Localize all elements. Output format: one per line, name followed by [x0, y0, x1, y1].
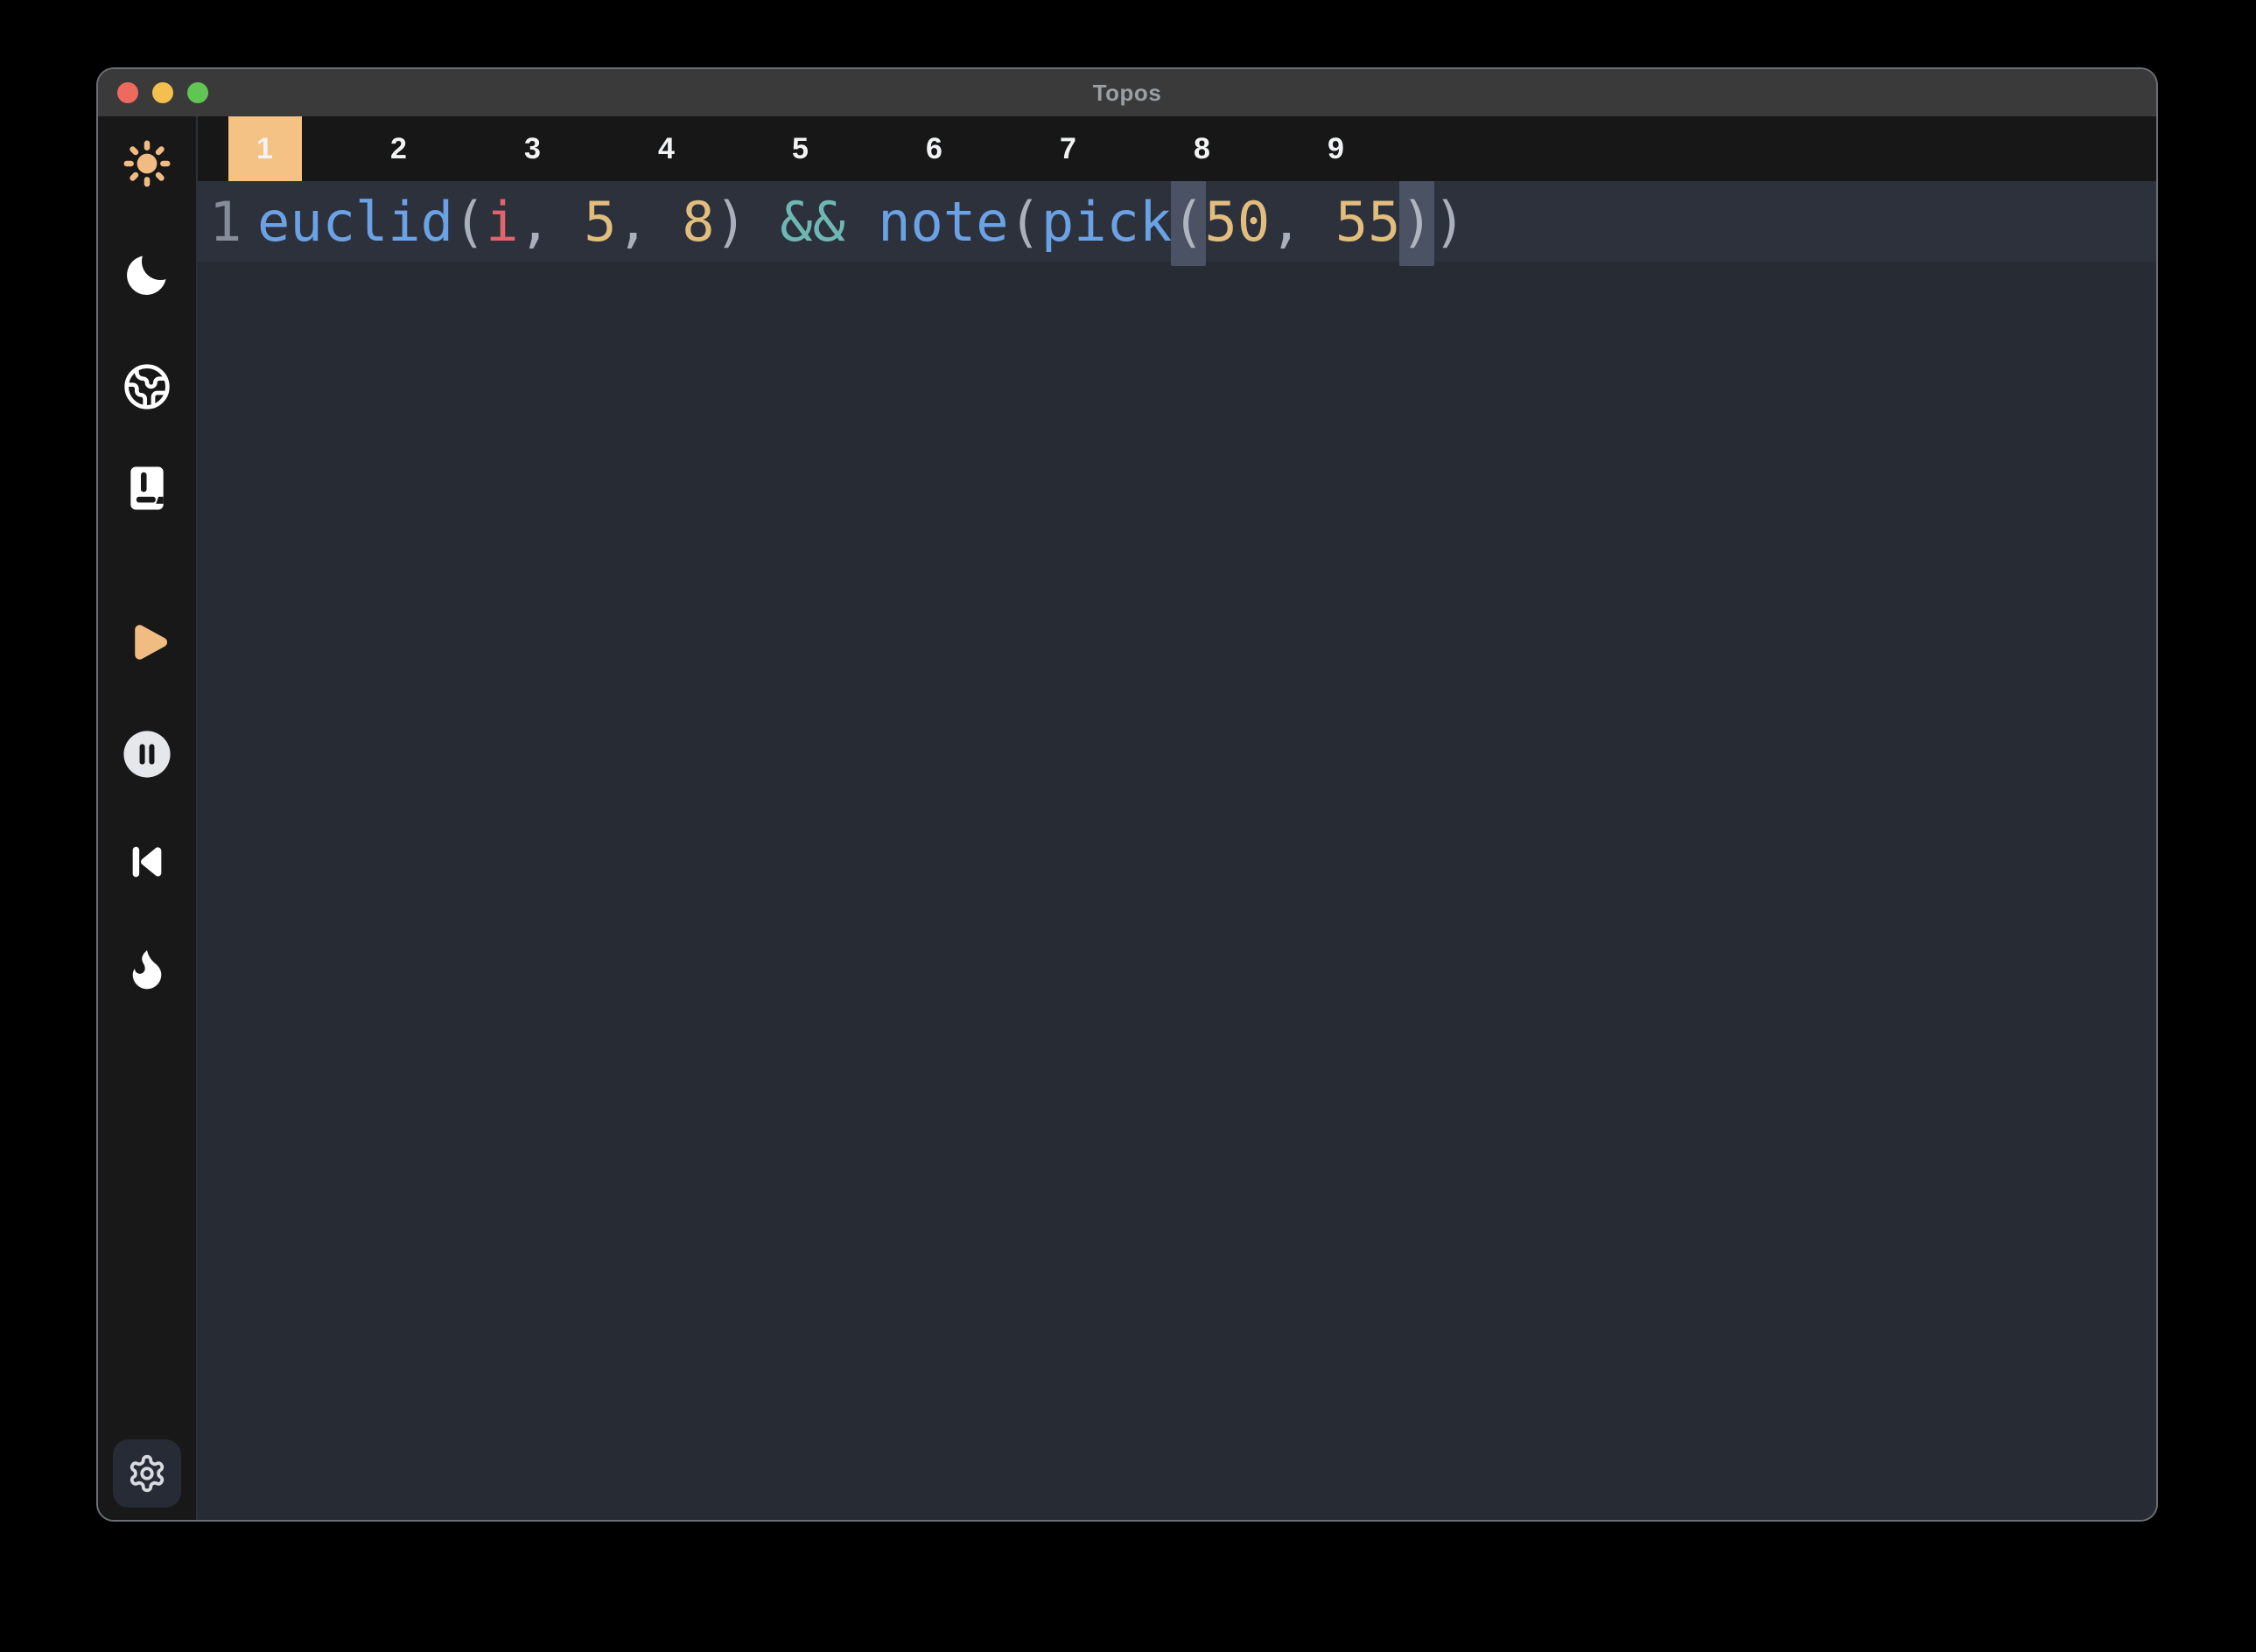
code-token: ( [453, 190, 486, 254]
code-token: && [747, 190, 878, 254]
code-token: euclid [257, 190, 453, 254]
tab-label: 1 [228, 116, 302, 181]
book-icon [123, 464, 172, 513]
globe-icon [123, 362, 172, 411]
tab-label: 4 [630, 116, 704, 181]
play-icon [121, 615, 173, 669]
play-button[interactable] [121, 616, 173, 668]
web-button[interactable] [121, 360, 173, 413]
tab-label: 2 [362, 116, 436, 181]
dark-theme-button[interactable] [121, 248, 173, 301]
script-tab-bar: 1 2 3 4 5 6 7 8 9 [198, 116, 2156, 181]
code-token: 5 [584, 190, 616, 254]
sidebar [98, 116, 198, 1520]
code-token: ) [715, 190, 747, 254]
code-token: i [486, 190, 518, 254]
tab-8[interactable]: 8 [1135, 116, 1269, 181]
flame-icon [123, 944, 172, 993]
line-number: 1 [209, 190, 242, 254]
code-token: , [1270, 190, 1335, 254]
code-token-bracket-match: ) [1400, 190, 1433, 254]
docs-button[interactable] [121, 462, 173, 514]
tab-label: 3 [496, 116, 570, 181]
tab-3[interactable]: 3 [466, 116, 599, 181]
code-line-tokens: euclid(i, 5, 8) && note(pick(50, 55)) [257, 190, 1466, 254]
code-token: ) [1433, 190, 1466, 254]
tab-9[interactable]: 9 [1269, 116, 1403, 181]
code-token: 50 [1205, 190, 1271, 254]
code-token-bracket-match: ( [1172, 190, 1204, 254]
skip-back-icon [123, 837, 172, 886]
tab-6[interactable]: 6 [867, 116, 1001, 181]
code-token: 55 [1335, 190, 1401, 254]
clear-button[interactable] [121, 942, 173, 995]
tab-label: 7 [1032, 116, 1105, 181]
pause-icon [122, 729, 172, 780]
gear-icon [127, 1453, 167, 1494]
main-area: 1 2 3 4 5 6 7 8 9 1 euclid(i, 5, 8) && n… [198, 116, 2156, 1520]
light-theme-button[interactable] [121, 137, 173, 190]
code-token: , [617, 190, 683, 254]
moon-icon [122, 249, 172, 300]
skip-back-button[interactable] [121, 836, 173, 888]
title-bar: Topos [98, 69, 2156, 116]
tab-2[interactable]: 2 [332, 116, 466, 181]
sun-icon [122, 138, 172, 189]
code-token: ( [1009, 190, 1041, 254]
code-token: , [519, 190, 585, 254]
tab-5[interactable]: 5 [733, 116, 867, 181]
active-code-line[interactable]: 1 euclid(i, 5, 8) && note(pick(50, 55)) [198, 181, 2156, 262]
tab-1[interactable]: 1 [198, 116, 332, 181]
window-title: Topos [98, 80, 2156, 107]
tab-label: 5 [764, 116, 837, 181]
tab-label: 9 [1300, 116, 1373, 181]
code-editor[interactable]: 1 euclid(i, 5, 8) && note(pick(50, 55)) [198, 181, 2156, 1520]
code-token: pick [1041, 190, 1172, 254]
tab-label: 6 [898, 116, 971, 181]
code-token: note [878, 190, 1008, 254]
settings-button[interactable] [113, 1439, 181, 1508]
tab-7[interactable]: 7 [1001, 116, 1135, 181]
pause-button[interactable] [121, 728, 173, 780]
code-token: 8 [682, 190, 714, 254]
tab-label: 8 [1166, 116, 1239, 181]
app-window: Topos [96, 67, 2158, 1522]
tab-4[interactable]: 4 [599, 116, 733, 181]
